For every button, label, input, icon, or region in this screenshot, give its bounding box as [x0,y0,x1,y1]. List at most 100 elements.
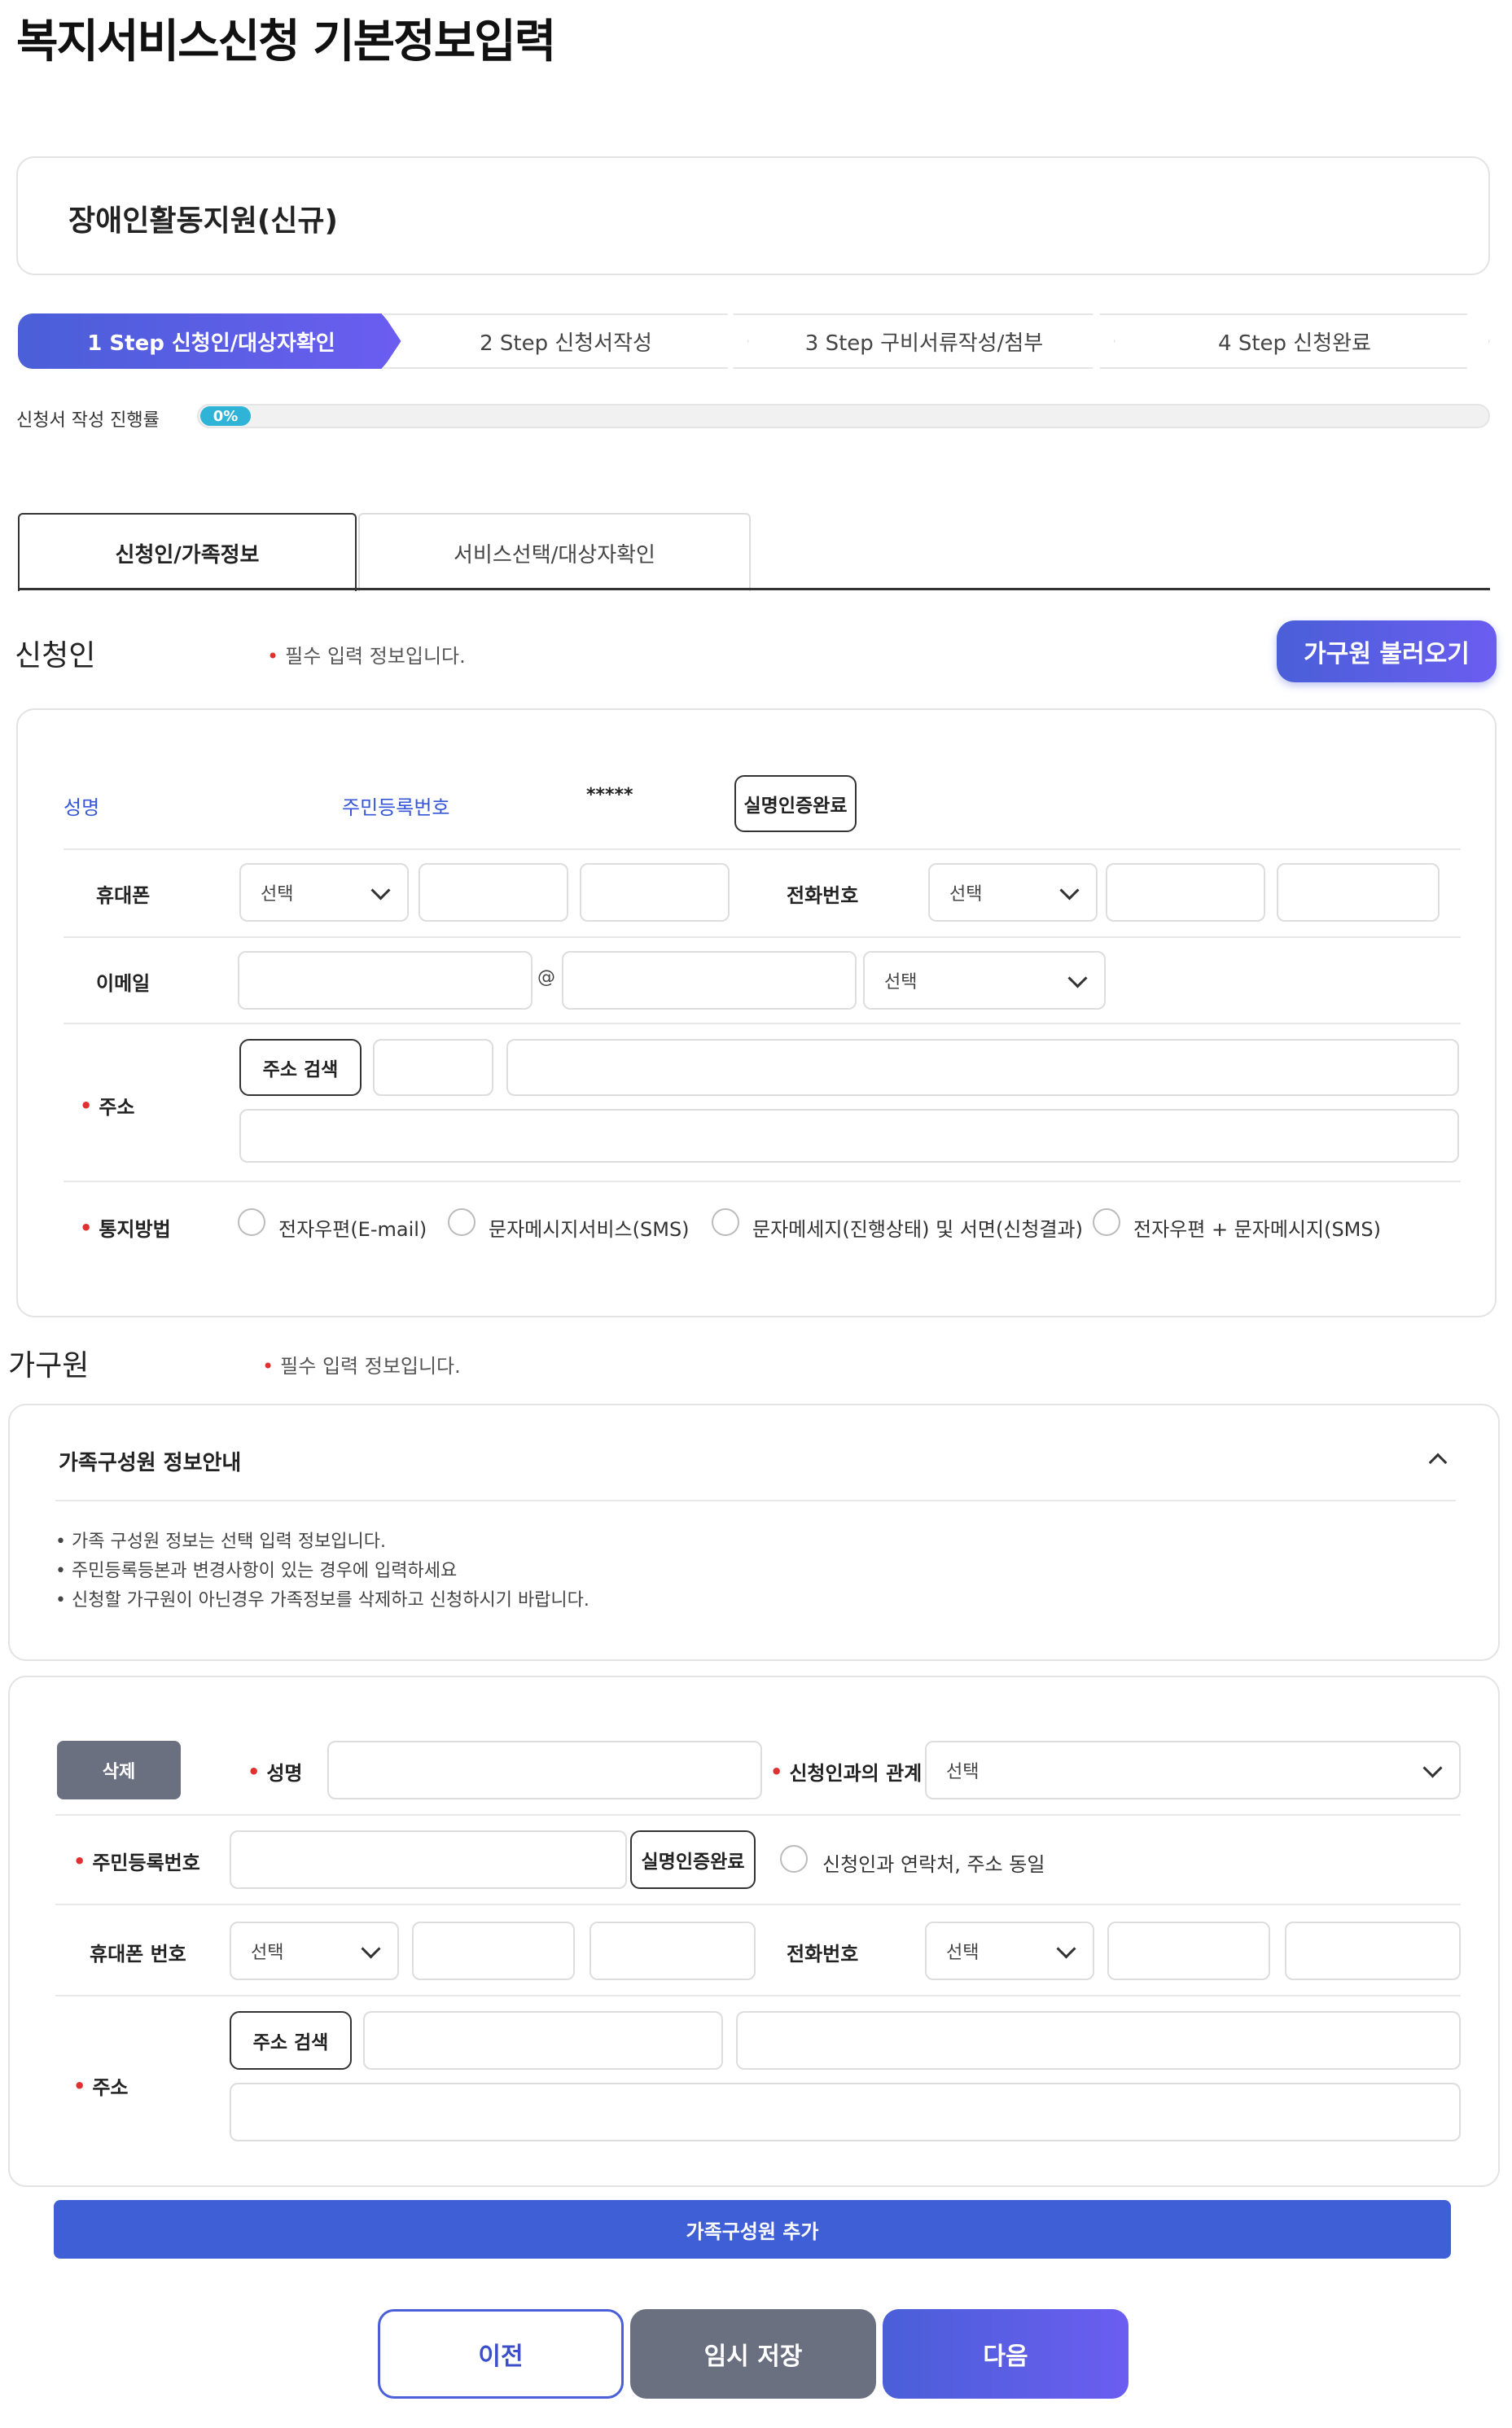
member-mobile-select[interactable]: 선택 [230,1922,399,1980]
tab-service-select-label: 서비스선택/대상자확인 [454,542,655,568]
info-line: • 가족 구성원 정보는 선택 입력 정보입니다. [55,1532,387,1552]
member-address-search-button[interactable]: 주소 검색 [230,2011,352,2070]
add-member-button[interactable]: 가족구성원 추가 [54,2200,1451,2259]
member-verified-button[interactable]: 실명인증완료 [630,1830,756,1889]
member-mobile-middle-input[interactable] [412,1922,575,1980]
delete-member-button[interactable]: 삭제 [57,1741,181,1799]
applicant-email-domain-input[interactable] [562,951,857,1010]
notify-sms-radio[interactable] [448,1208,476,1236]
member-phone-select[interactable]: 선택 [925,1922,1094,1980]
applicant-notify-label-text: 통지방법 [99,1218,171,1241]
household-info-card: 가족구성원 정보안내 • 가족 구성원 정보는 선택 입력 정보입니다. • 주… [8,1404,1500,1661]
applicant-phone-last-input[interactable] [1277,863,1440,922]
notify-sms-label: 문자메시지서비스(SMS) [489,1218,690,1241]
service-name: 장애인활동지원(신규) [68,204,338,238]
step-4: 4 Step 신청완료 [1099,313,1490,369]
info-line: • 주민등록등본과 변경사항이 있는 경우에 입력하세요 [55,1561,458,1581]
applicant-mobile-middle-input[interactable] [419,863,568,922]
page-title: 복지서비스신청 기본정보입력 [16,15,556,68]
chevron-down-icon [1056,1938,1076,1959]
applicant-zipcode-input[interactable] [373,1039,493,1096]
notify-email-radio[interactable] [238,1208,265,1236]
member-rrn-label-text: 주민등록번호 [92,1852,200,1874]
prev-button[interactable]: 이전 [378,2309,624,2399]
divider [64,848,1461,850]
applicant-address-search-button[interactable]: 주소 검색 [239,1039,362,1096]
tab-applicant-family[interactable]: 신청인/가족정보 [18,513,357,591]
info-line-text: 신청할 가구원이 아닌경우 가족정보를 삭제하고 신청하시기 바랍니다. [71,1590,589,1611]
applicant-mobile-label: 휴대폰 [96,884,151,907]
chevron-down-icon [361,1938,381,1959]
member-mobile-label: 휴대폰 번호 [90,1943,186,1966]
member-address-input[interactable] [736,2011,1461,2070]
applicant-address-detail-input[interactable] [239,1109,1459,1163]
member-relation-label-text: 신청인과의 관계 [789,1762,923,1785]
applicant-email-local-input[interactable] [238,951,532,1010]
member-name-input[interactable] [327,1741,762,1799]
info-line-text: 주민등록등본과 변경사항이 있는 경우에 입력하세요 [71,1561,458,1581]
applicant-mobile-last-input[interactable] [580,863,730,922]
step-2-label: 2 Step 신청서작성 [480,331,652,356]
member-relation-label: • 신청인과의 관계 [770,1757,922,1786]
member-phone-middle-input[interactable] [1107,1922,1270,1980]
applicant-required-text: 필수 입력 정보입니다. [285,645,466,668]
notify-email-sms-radio[interactable] [1093,1208,1120,1236]
member-mobile-last-input[interactable] [589,1922,756,1980]
info-line-text: 가족 구성원 정보는 선택 입력 정보입니다. [71,1532,387,1552]
step-4-label: 4 Step 신청완료 [1218,331,1371,356]
progress-label: 신청서 작성 진행률 [16,410,160,431]
applicant-required-note: • 필수 입력 정보입니다. [267,645,466,668]
member-address-detail-input[interactable] [230,2083,1461,2141]
member-address-label: • 주소 [73,2071,129,2100]
member-phone-label: 전화번호 [787,1943,859,1966]
divider [55,1995,1461,1996]
step-3-label: 3 Step 구비서류작성/첨부 [804,331,1044,356]
household-required-note: • 필수 입력 정보입니다. [262,1355,461,1378]
household-heading: 가구원 [8,1349,90,1383]
household-required-text: 필수 입력 정보입니다. [280,1355,461,1378]
applicant-name-label: 성명 [64,796,100,819]
applicant-mobile-select-value: 선택 [261,884,294,905]
member-relation-select[interactable]: 선택 [925,1741,1461,1799]
applicant-phone-select[interactable]: 선택 [928,863,1098,922]
divider [55,1904,1461,1905]
applicant-phone-middle-input[interactable] [1106,863,1265,922]
applicant-phone-label: 전화번호 [787,884,859,907]
applicant-verified-button[interactable]: 실명인증완료 [734,775,857,832]
step-1: 1 Step 신청인/대상자확인 [18,313,405,369]
chevron-down-icon [1422,1757,1443,1778]
applicant-email-label: 이메일 [96,972,151,995]
household-info-list: • 가족 구성원 정보는 선택 입력 정보입니다. • 주민등록등본과 변경사항… [55,1527,589,1615]
applicant-mobile-select[interactable]: 선택 [239,863,409,922]
applicant-notify-label: • 통지방법 [80,1213,171,1242]
applicant-email-domain-select[interactable]: 선택 [863,951,1106,1010]
applicant-address-label-text: 주소 [99,1096,135,1119]
notify-email-label: 전자우편(E-mail) [278,1218,427,1241]
member-rrn-input[interactable] [230,1830,627,1889]
next-button[interactable]: 다음 [883,2309,1129,2399]
member-name-label: • 성명 [248,1757,303,1786]
load-household-button[interactable]: 가구원 불러오기 [1277,620,1497,682]
applicant-address-input[interactable] [506,1039,1459,1096]
chevron-up-icon[interactable] [1428,1453,1448,1472]
member-phone-last-input[interactable] [1285,1922,1461,1980]
same-contact-radio[interactable] [780,1845,808,1873]
service-name-card: 장애인활동지원(신규) [16,156,1490,275]
tab-service-select[interactable]: 서비스선택/대상자확인 [358,513,751,591]
applicant-heading: 신청인 [15,639,96,673]
notify-sms-mail-radio[interactable] [712,1208,739,1236]
progress-bar: 0% [197,404,1490,428]
divider [64,1023,1461,1024]
step-3: 3 Step 구비서류작성/첨부 [733,313,1115,369]
step-1-label: 1 Step 신청인/대상자확인 [87,331,335,356]
member-phone-select-value: 선택 [946,1943,980,1963]
chevron-down-icon [1067,967,1088,988]
member-zipcode-input[interactable] [363,2011,723,2070]
member-rrn-label: • 주민등록번호 [73,1847,200,1875]
temp-save-button[interactable]: 임시 저장 [630,2309,876,2399]
email-at-sign: @ [537,967,555,988]
household-info-title: 가족구성원 정보안내 [59,1451,242,1475]
notify-email-sms-label: 전자우편 + 문자메시지(SMS) [1133,1218,1381,1241]
tab-applicant-family-label: 신청인/가족정보 [115,542,260,568]
tab-underline [18,588,1490,590]
